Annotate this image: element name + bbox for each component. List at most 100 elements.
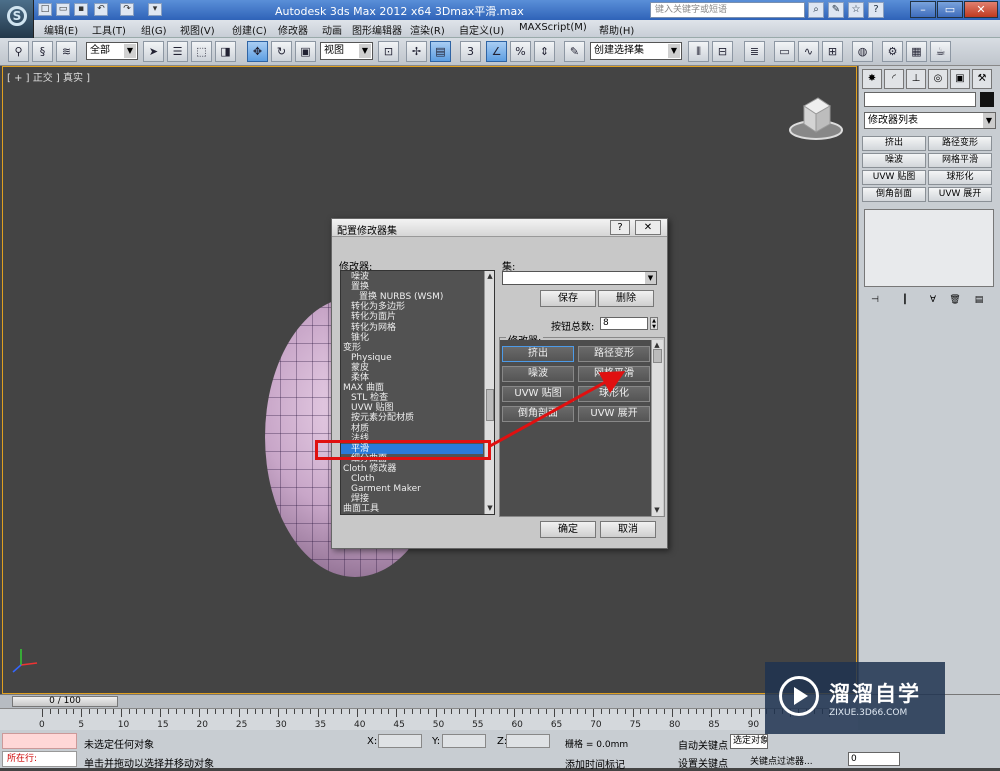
menu-graph-editors[interactable]: 图形编辑器 — [352, 22, 402, 37]
select-object-icon[interactable]: ➤ — [143, 41, 164, 62]
modifier-list-item[interactable]: Cloth 修改器 — [341, 464, 483, 474]
star-icon[interactable]: ☆ — [848, 2, 864, 18]
modifier-list-item[interactable]: 焊接 — [341, 494, 483, 504]
select-rotate-icon[interactable]: ↻ — [271, 41, 292, 62]
pivot-center-icon[interactable]: ⊡ — [378, 41, 399, 62]
modifier-list-item[interactable]: Physique — [341, 353, 483, 363]
modifier-list-item[interactable]: 置换 — [341, 282, 483, 292]
redo-icon[interactable]: ↷ — [120, 3, 134, 16]
unlink-icon[interactable]: § — [32, 41, 53, 62]
named-selection-select[interactable]: 创建选择集 — [590, 42, 682, 60]
configure-sets-icon[interactable]: ▤ — [971, 294, 987, 307]
cp-btn-spherify[interactable]: 球形化 — [928, 170, 992, 185]
cp-btn-bevel-profile[interactable]: 倒角剖面 — [862, 187, 926, 202]
modifier-buttons-scrollbar[interactable]: ▲ ▼ — [651, 340, 663, 516]
menu-create[interactable]: 创建(C) — [232, 22, 267, 37]
scroll-thumb[interactable] — [653, 349, 662, 363]
percent-snap-icon[interactable]: % — [510, 41, 531, 62]
dialog-help-button[interactable]: ? — [610, 220, 630, 235]
modifier-list-item[interactable]: MAX 曲面 — [341, 383, 483, 393]
timeline-ruler[interactable]: 0 5 10 15 20 25 30 35 40 45 50 55 60 65 70 75 80 85 90 — [0, 708, 858, 730]
key-mode-select[interactable]: 选定对象 — [730, 734, 768, 749]
scroll-down-icon[interactable]: ▼ — [485, 503, 494, 513]
remove-modifier-icon[interactable]: 🗑 — [947, 294, 963, 307]
new-file-icon[interactable]: □ — [38, 3, 52, 16]
cp-btn-meshsmooth[interactable]: 网格平滑 — [928, 153, 992, 168]
scroll-up-icon[interactable]: ▲ — [485, 271, 494, 281]
menu-animation[interactable]: 动画 — [322, 22, 342, 37]
time-slider-thumb[interactable]: 0 / 100 — [12, 696, 118, 707]
material-editor-icon[interactable]: ◍ — [852, 41, 873, 62]
rendered-frame-icon[interactable]: ▦ — [906, 41, 927, 62]
cp-btn-noise[interactable]: 噪波 — [862, 153, 926, 168]
search-input[interactable]: 键入关键字或短语 — [650, 2, 805, 18]
modifier-list-item[interactable]: 转化为多边形 — [341, 302, 483, 312]
modifier-list-item[interactable]: 按元素分配材质 — [341, 413, 483, 423]
render-setup-icon[interactable]: ⚙ — [882, 41, 903, 62]
add-time-tag[interactable]: 添加时间标记 — [565, 756, 625, 771]
menu-rendering[interactable]: 渲染(R) — [410, 22, 445, 37]
window-crossing-icon[interactable]: ◨ — [215, 41, 236, 62]
angle-snap-icon[interactable]: ∠ — [486, 41, 507, 62]
modifier-list-item[interactable]: 蒙皮 — [341, 363, 483, 373]
object-color-swatch[interactable] — [980, 92, 994, 107]
dialog-close-button[interactable]: ✕ — [635, 220, 661, 235]
modifier-stack[interactable] — [864, 209, 994, 287]
modifier-list-item[interactable]: 转化为网格 — [341, 323, 483, 333]
ok-button[interactable]: 确定 — [540, 521, 596, 538]
y-coord-field[interactable] — [442, 734, 486, 748]
scroll-down-icon[interactable]: ▼ — [652, 505, 662, 515]
select-move-icon[interactable]: ✥ — [247, 41, 268, 62]
help-icon[interactable]: ? — [868, 2, 884, 18]
select-scale-icon[interactable]: ▣ — [295, 41, 316, 62]
cp-btn-extrude[interactable]: 挤出 — [862, 136, 926, 151]
menu-modifiers[interactable]: 修改器 — [278, 22, 308, 37]
total-buttons-input[interactable]: 8 — [600, 317, 648, 330]
open-file-icon[interactable]: ▭ — [56, 3, 70, 16]
spinner-snap-icon[interactable]: ⇕ — [534, 41, 555, 62]
display-tab-icon[interactable]: ▣ — [950, 69, 970, 89]
make-unique-icon[interactable]: ∀ — [925, 294, 941, 307]
viewcube-icon[interactable] — [788, 92, 844, 142]
minimize-button[interactable]: – — [910, 1, 936, 18]
link-icon[interactable]: ⚲ — [8, 41, 29, 62]
bind-spacewarp-icon[interactable]: ≋ — [56, 41, 77, 62]
pin-stack-icon[interactable]: ⊣ — [867, 294, 883, 307]
manipulate-icon[interactable]: ✢ — [406, 41, 427, 62]
modifier-list-item[interactable]: 柔体 — [341, 373, 483, 383]
modifier-list-item[interactable]: 材质 — [341, 424, 483, 434]
modifier-list-item[interactable]: Cloth — [341, 474, 483, 484]
modifier-list-item[interactable]: 噪波 — [341, 272, 483, 282]
quick-access-dropdown-icon[interactable]: ▾ — [148, 3, 162, 16]
dialog-title-bar[interactable]: 配置修改器集 ? ✕ — [332, 219, 667, 237]
ribbon-icon[interactable]: ▭ — [774, 41, 795, 62]
modifier-list-item[interactable]: 置换 NURBS (WSM) — [341, 292, 483, 302]
hierarchy-tab-icon[interactable]: ⊥ — [906, 69, 926, 89]
cp-btn-path-deform[interactable]: 路径变形 — [928, 136, 992, 151]
reference-coord-select[interactable]: 视图 — [320, 42, 373, 60]
layer-manager-icon[interactable]: ≣ — [744, 41, 765, 62]
edit-named-selection-icon[interactable]: ✎ — [564, 41, 585, 62]
create-tab-icon[interactable]: ✸ — [862, 69, 882, 89]
binoculars-icon[interactable]: ⌕ — [808, 2, 824, 18]
tools-icon[interactable]: ✎ — [828, 2, 844, 18]
selection-filter-select[interactable]: 全部 — [86, 42, 138, 60]
motion-tab-icon[interactable]: ◎ — [928, 69, 948, 89]
align-icon[interactable]: ⊟ — [712, 41, 733, 62]
rect-selection-icon[interactable]: ⬚ — [191, 41, 212, 62]
render-teapot-icon[interactable]: ☕ — [930, 41, 951, 62]
utilities-tab-icon[interactable]: ⚒ — [972, 69, 992, 89]
current-frame-field[interactable]: 0 — [848, 752, 900, 766]
modifier-list-item[interactable]: 曲面工具 — [341, 504, 483, 514]
close-button[interactable]: ✕ — [964, 1, 998, 18]
mirror-icon[interactable]: ⫴ — [688, 41, 709, 62]
modify-tab-icon[interactable]: ◜ — [884, 69, 904, 89]
menu-tools[interactable]: 工具(T) — [92, 22, 126, 37]
key-filters-button[interactable]: 关键点过滤器... — [750, 754, 813, 767]
save-file-icon[interactable]: ▪ — [74, 3, 88, 16]
object-name-field[interactable] — [864, 92, 976, 107]
modifier-list-item[interactable]: UVW 贴图 — [341, 403, 483, 413]
maximize-button[interactable]: ▭ — [937, 1, 963, 18]
cp-btn-uvw-map[interactable]: UVW 贴图 — [862, 170, 926, 185]
total-buttons-spinner-icon[interactable]: ▲ ▼ — [650, 317, 658, 330]
